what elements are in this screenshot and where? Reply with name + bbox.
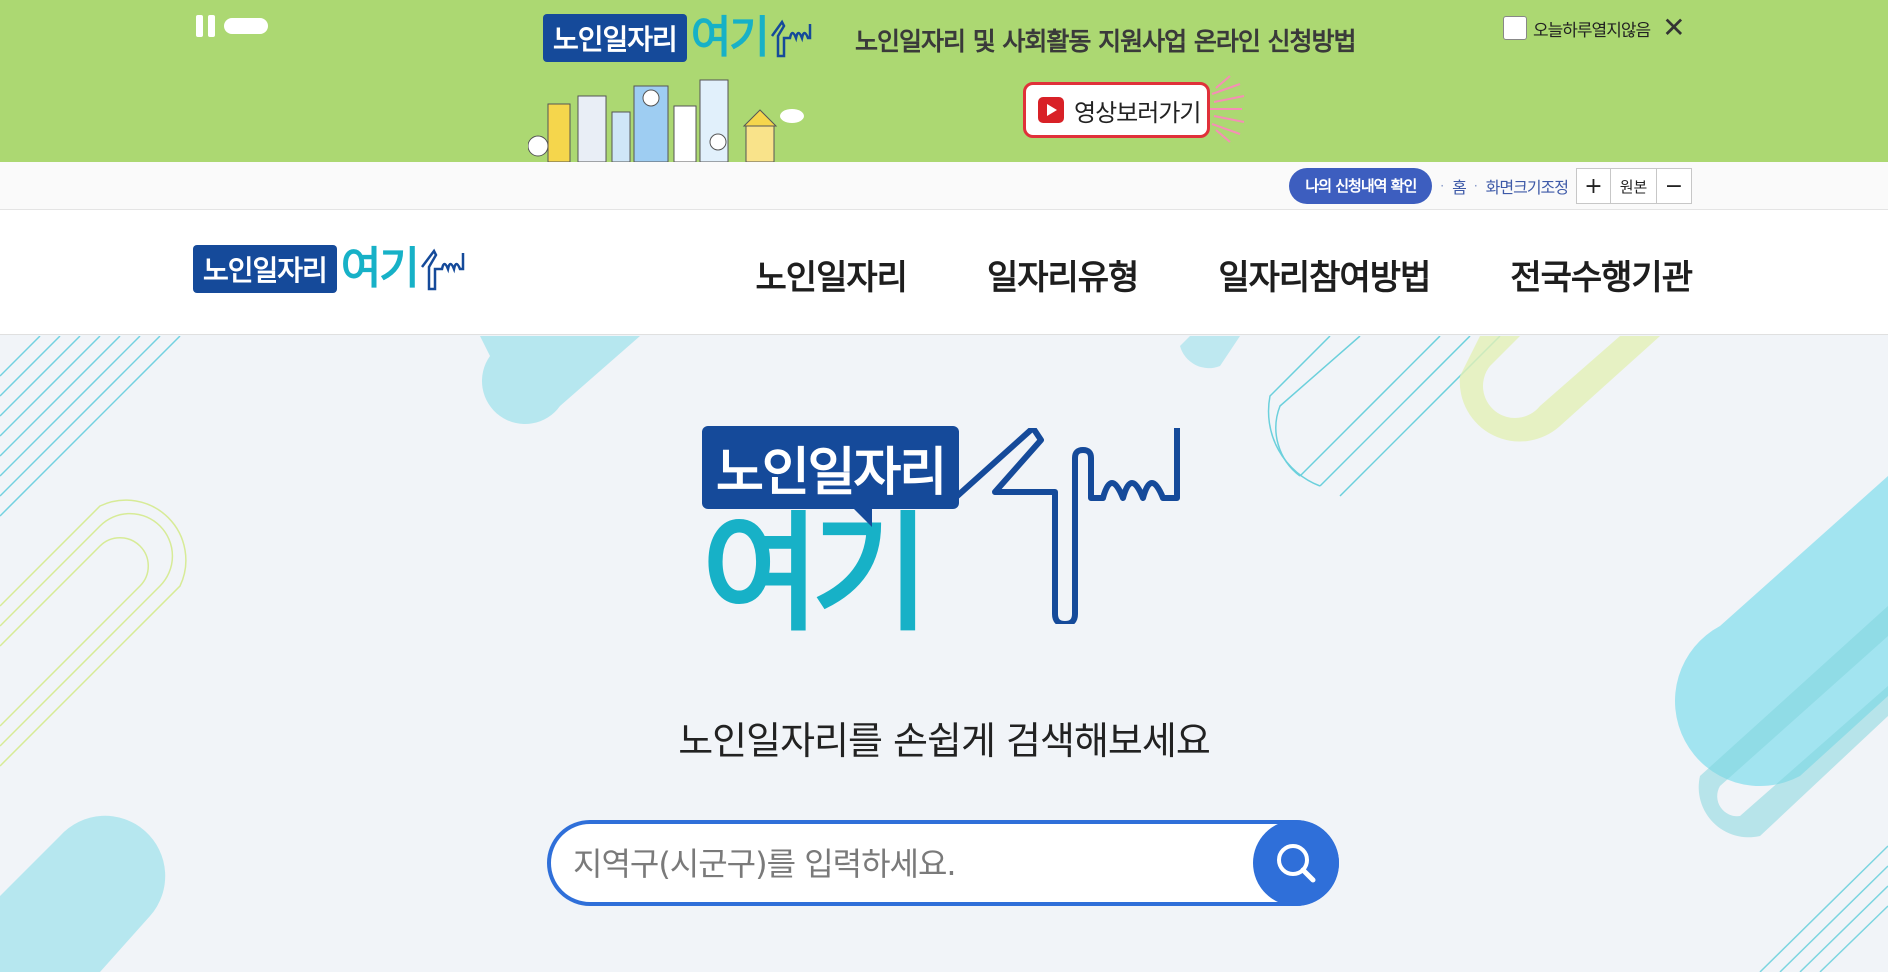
region-search-input[interactable]: [573, 836, 1253, 892]
nav-item-how-to-join[interactable]: 일자리참여방법: [1218, 250, 1431, 299]
promo-banner: 노인일자리 여기 노인일자리 및 사회활동 지원사업 온라인 신청방법 영상보러…: [0, 0, 1888, 162]
pointing-finger-icon: [770, 19, 812, 58]
hero-logo: 노인일자리 여기: [702, 426, 960, 649]
watch-video-button[interactable]: 영상보러가기: [1023, 82, 1210, 138]
site-logo-box: 노인일자리: [193, 245, 337, 293]
hero-subtitle: 노인일자리를 손쉽게 검색해보세요: [678, 719, 1211, 763]
region-search-box: [547, 820, 1339, 906]
slide-indicator[interactable]: [224, 18, 268, 34]
my-application-check-button[interactable]: 나의 신청내역 확인: [1289, 168, 1433, 204]
zoom-in-button[interactable]: +: [1577, 169, 1611, 203]
close-today-checkbox[interactable]: [1503, 16, 1527, 40]
separator: ·: [1473, 179, 1478, 193]
pointing-finger-icon: [420, 248, 465, 291]
hero-logo-box: 노인일자리: [702, 426, 960, 527]
nav-item-senior-jobs[interactable]: 노인일자리: [756, 250, 908, 299]
zoom-reset-button[interactable]: 원본: [1611, 169, 1657, 203]
burst-decoration: [1210, 75, 1245, 143]
close-today-label[interactable]: 오늘하루열지않음: [1533, 16, 1651, 41]
pointing-finger-icon: [955, 428, 1180, 624]
hero-logo-teal: 여기: [702, 500, 930, 649]
promo-logo-teal: 여기: [690, 12, 770, 63]
close-icon[interactable]: ✕: [1662, 14, 1685, 42]
zoom-label: 화면크기조정: [1485, 178, 1569, 197]
site-logo[interactable]: 노인일자리 여기: [193, 245, 470, 293]
promo-title: 노인일자리 및 사회활동 지원사업 온라인 신청방법: [855, 27, 1357, 56]
pause-icon[interactable]: [196, 15, 216, 37]
watch-video-label: 영상보러가기: [1074, 98, 1201, 127]
separator: ·: [1440, 179, 1445, 193]
nav-item-agencies[interactable]: 전국수행기관: [1510, 250, 1693, 299]
close-today-option: 오늘하루열지않음 ✕: [1503, 14, 1686, 42]
main-nav: 노인일자리 일자리유형 일자리참여방법 전국수행기관: [756, 250, 1693, 299]
nav-item-job-types[interactable]: 일자리유형: [987, 250, 1139, 299]
banner-controls: [196, 15, 268, 37]
site-header: 노인일자리 여기 노인일자리 일자리유형 일자리참여방법 전국수행기관: [0, 210, 1888, 335]
zoom-controls: + 원본 −: [1576, 168, 1692, 204]
promo-logo-box: 노인일자리: [543, 14, 687, 62]
promo-logo[interactable]: 노인일자리 여기: [543, 14, 816, 62]
search-icon: [1277, 844, 1316, 883]
site-logo-teal: 여기: [340, 243, 420, 294]
home-link[interactable]: 홈: [1452, 174, 1467, 198]
hero-section: 노인일자리 여기 노인일자리를 손쉽게 검색해보세요: [0, 336, 1888, 972]
youtube-play-icon: [1038, 97, 1064, 123]
zoom-out-button[interactable]: −: [1657, 169, 1691, 203]
search-button[interactable]: [1253, 820, 1339, 906]
city-illustration: [528, 79, 804, 162]
utility-bar: 나의 신청내역 확인 · 홈 · 화면크기조정 + 원본 −: [0, 162, 1888, 210]
